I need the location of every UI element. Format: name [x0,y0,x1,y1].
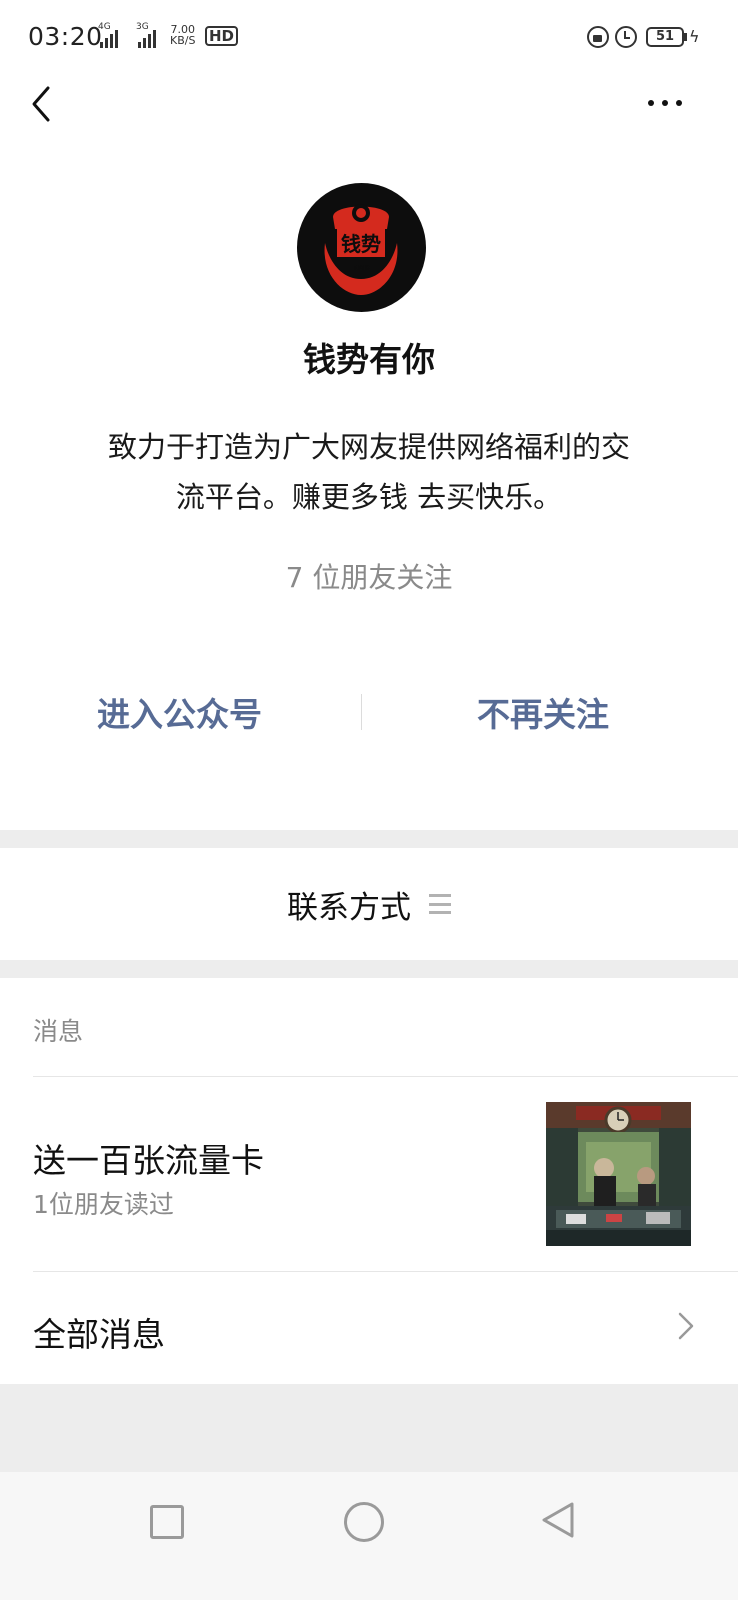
all-messages-row[interactable]: 全部消息 [0,1272,738,1384]
status-time: 03:20 [28,22,103,51]
followers-count: 7 位朋友关注 [285,561,453,594]
home-button[interactable] [344,1502,384,1542]
system-back-button[interactable] [540,1500,576,1540]
all-messages-label: 全部消息 [33,1315,165,1354]
divider [33,1076,738,1077]
battery-icon: 51 [646,27,684,47]
enter-account-button[interactable]: 进入公众号 [97,688,262,736]
cellular-signal-icon: 4G [98,22,118,48]
network-speed: 7.00 KB/S [170,23,196,47]
section-gap [0,830,738,848]
message-thumbnail [546,1102,691,1246]
battery-tip [684,33,687,41]
system-navigation-bar [0,1472,738,1600]
messages-section-title: 消息 [33,1017,84,1046]
account-avatar: 钱势 RMB [297,183,426,312]
contact-label: 联系方式 [287,889,411,926]
contact-info-row[interactable]: 联系方式 [0,848,738,960]
more-dots-icon [648,100,654,106]
status-bar: 03:20 4G 3G 7.00 KB/S HD 51 ϟ [0,0,738,78]
charging-icon: ϟ [689,27,700,46]
recent-apps-button[interactable] [150,1505,184,1539]
action-divider [361,694,362,730]
message-read-count: 1位朋友读过 [33,1190,174,1219]
list-icon [429,894,451,914]
account-description: 致力于打造为广大网友提供网络福利的交 流平台。赚更多钱 去买快乐。 [107,430,630,514]
unfollow-button[interactable]: 不再关注 [477,688,609,736]
chevron-right-icon [678,1312,694,1340]
cellular-signal-icon-2: 3G [136,22,156,48]
more-button[interactable] [640,88,690,118]
empty-area [0,1384,738,1472]
section-gap-2 [0,960,738,978]
message-title: 送一百张流量卡 [33,1141,264,1180]
account-name: 钱势有你 [303,340,435,379]
hd-icon: HD [205,26,239,46]
lock-rotation-icon [587,26,609,48]
alarm-icon [615,26,637,48]
chevron-left-icon [32,86,50,122]
back-button[interactable] [28,82,68,126]
svg-text:RMB: RMB [352,264,370,272]
avatar-logo: 钱势 RMB [324,204,398,295]
svg-text:钱势: 钱势 [341,232,381,256]
